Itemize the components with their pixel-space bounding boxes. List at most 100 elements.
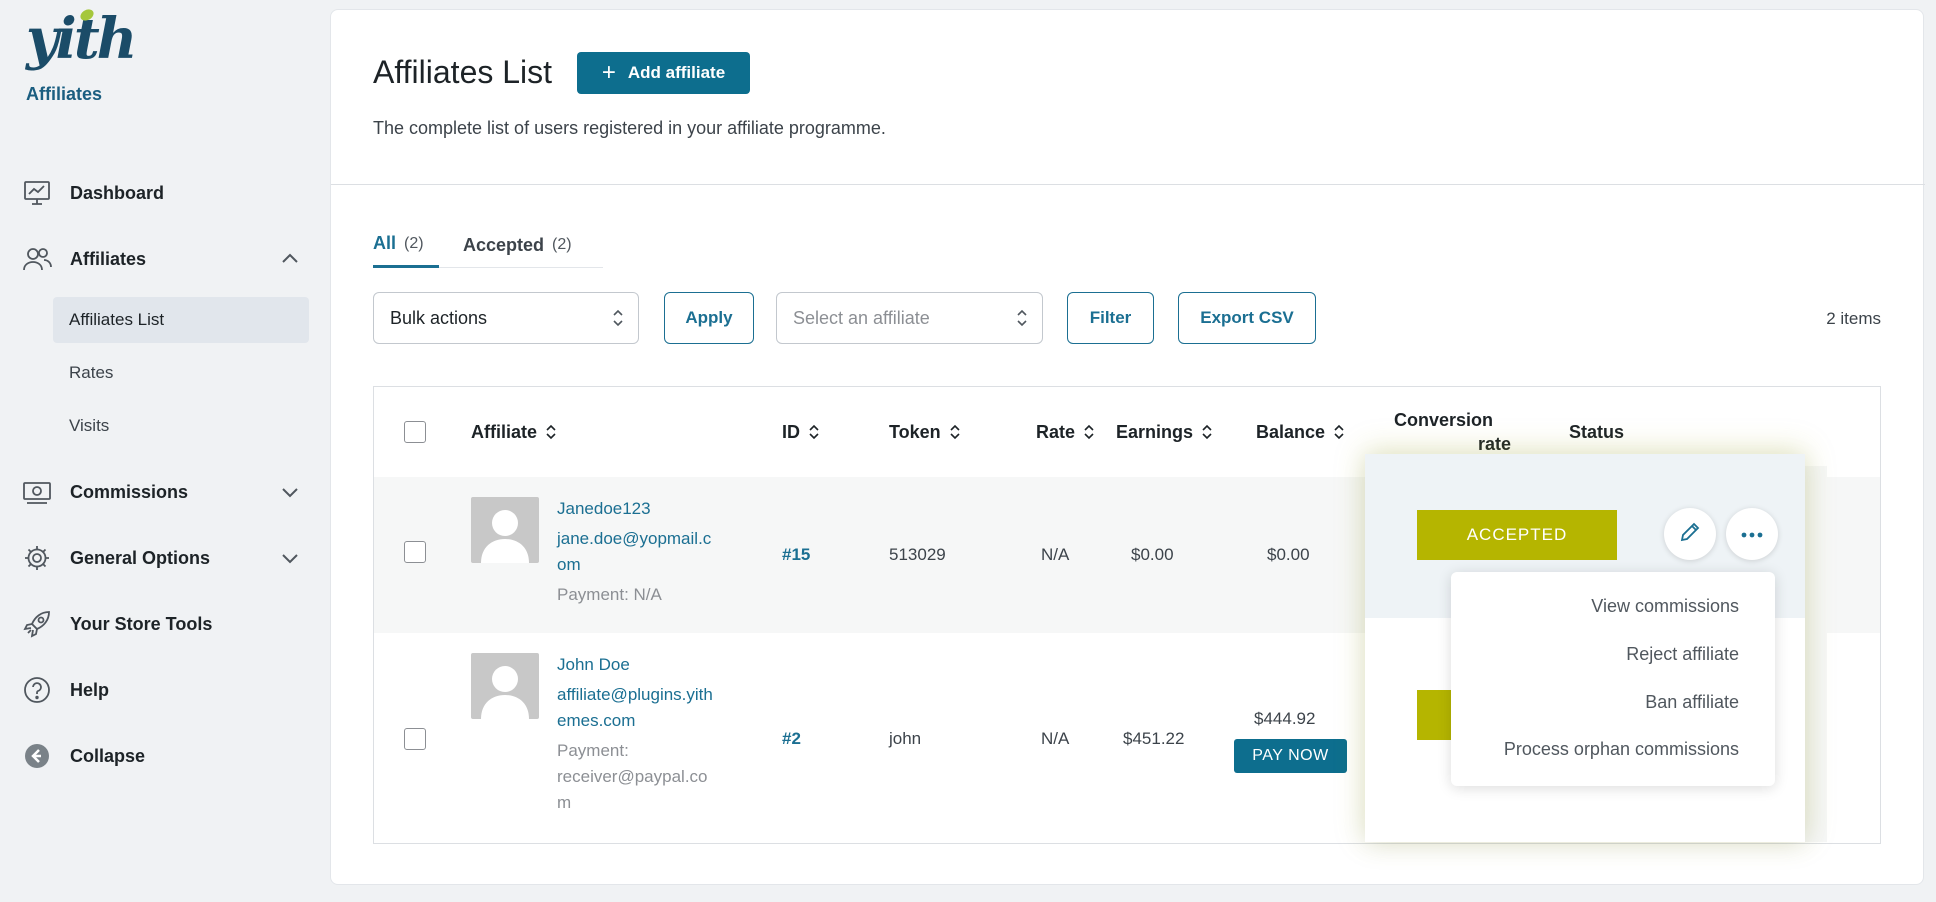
avatar	[471, 653, 539, 719]
sidebar-subitem-affiliates-list[interactable]: Affiliates List	[53, 297, 309, 343]
sidebar: yith Affiliates Dashboard Affiliates Aff…	[0, 0, 330, 902]
row-checkbox[interactable]	[404, 728, 426, 750]
export-csv-button[interactable]: Export CSV	[1178, 292, 1316, 344]
tab-all[interactable]: All (2)	[373, 222, 439, 268]
sidebar-item-dashboard[interactable]: Dashboard	[22, 173, 302, 213]
tab-accepted[interactable]: Accepted (2)	[463, 222, 572, 268]
column-balance[interactable]: Balance	[1256, 387, 1345, 477]
affiliate-select[interactable]: Select an affiliate	[776, 292, 1043, 344]
sort-icon	[1334, 424, 1344, 440]
affiliate-earnings: $451.22	[1123, 729, 1185, 748]
bulk-actions-select[interactable]: Bulk actions	[373, 292, 639, 344]
pencil-icon	[1678, 520, 1702, 549]
column-label: Token	[889, 421, 941, 442]
tab-count: (2)	[552, 236, 572, 253]
sidebar-item-label: Your Store Tools	[70, 613, 213, 634]
more-actions-button[interactable]	[1726, 508, 1778, 560]
column-token[interactable]: Token	[889, 387, 961, 477]
affiliate-payment: Payment:	[557, 741, 629, 760]
sidebar-item-label: Collapse	[70, 745, 146, 766]
chevron-down-icon[interactable]	[278, 546, 302, 570]
affiliate-email[interactable]: jane.doe@yopmail.c	[557, 529, 711, 549]
chevron-up-icon[interactable]	[278, 247, 302, 271]
sidebar-item-general-options[interactable]: General Options	[22, 538, 302, 578]
column-id[interactable]: ID	[782, 387, 820, 477]
add-affiliate-button[interactable]: + Add affiliate	[577, 52, 750, 94]
sort-icon	[809, 424, 819, 440]
column-label: Rate	[1036, 421, 1076, 442]
sidebar-subitem-visits[interactable]: Visits	[53, 403, 309, 449]
menu-item-process-orphan-commissions[interactable]: Process orphan commissions	[1504, 739, 1739, 760]
affiliate-rate: N/A	[1041, 729, 1070, 748]
add-affiliate-label: Add affiliate	[627, 63, 726, 82]
help-icon	[22, 675, 52, 705]
bulk-actions-value: Bulk actions	[390, 307, 488, 328]
affiliate-id-link[interactable]: #2	[782, 729, 801, 749]
filter-tabs: All (2) Accepted (2)	[373, 222, 603, 268]
pay-now-button[interactable]: PAY NOW	[1234, 739, 1347, 773]
affiliate-email[interactable]: affiliate@plugins.yith	[557, 685, 713, 705]
filter-button[interactable]: Filter	[1067, 292, 1154, 344]
sidebar-item-label: Dashboard	[70, 182, 165, 203]
money-icon	[22, 477, 52, 507]
page-description: The complete list of users registered in…	[373, 118, 886, 138]
affiliate-email[interactable]: emes.com	[557, 711, 635, 731]
column-label: Balance	[1256, 421, 1326, 442]
sidebar-item-collapse[interactable]: Collapse	[22, 736, 302, 776]
sidebar-item-store-tools[interactable]: Your Store Tools	[22, 604, 302, 644]
row-checkbox[interactable]	[404, 541, 426, 563]
sidebar-subitem-rates[interactable]: Rates	[53, 350, 309, 396]
gear-icon	[22, 543, 52, 573]
collapse-icon	[22, 741, 52, 771]
sidebar-item-commissions[interactable]: Commissions	[22, 472, 302, 512]
items-count: 2 items	[1826, 309, 1881, 328]
sidebar-item-help[interactable]: Help	[22, 670, 302, 710]
tab-count: (2)	[404, 234, 424, 252]
affiliate-email[interactable]: om	[557, 555, 581, 575]
affiliate-name-link[interactable]: Janedoe123	[557, 499, 651, 519]
column-label: Earnings	[1116, 421, 1194, 442]
actions-dropdown-menu: View commissions Reject affiliate Ban af…	[1451, 572, 1775, 786]
menu-item-reject-affiliate[interactable]: Reject affiliate	[1626, 644, 1739, 665]
select-arrows-icon	[612, 307, 624, 329]
column-rate[interactable]: Rate	[1036, 387, 1095, 477]
chevron-down-icon[interactable]	[278, 480, 302, 504]
rocket-icon	[22, 609, 52, 639]
affiliate-payment: Payment: N/A	[557, 585, 662, 604]
column-label: rate	[1478, 434, 1512, 454]
sort-icon	[1084, 424, 1094, 440]
more-dots-icon	[1741, 525, 1763, 543]
column-earnings[interactable]: Earnings	[1116, 387, 1213, 477]
affiliate-payment: receiver@paypal.co	[557, 767, 708, 786]
affiliate-id-link[interactable]: #15	[782, 545, 810, 565]
column-affiliate[interactable]: Affiliate	[471, 387, 557, 477]
affiliate-earnings: $0.00	[1131, 545, 1174, 564]
panel-edge	[1805, 466, 1827, 842]
select-arrows-icon	[1016, 307, 1028, 329]
column-label: Conversion	[1394, 410, 1494, 430]
menu-item-ban-affiliate[interactable]: Ban affiliate	[1645, 692, 1739, 713]
edit-button[interactable]	[1664, 508, 1716, 560]
status-badge	[1417, 690, 1451, 740]
select-all-checkbox[interactable]	[404, 421, 426, 443]
affiliate-token: 513029	[889, 545, 946, 564]
menu-item-view-commissions[interactable]: View commissions	[1591, 596, 1739, 617]
affiliate-select-placeholder: Select an affiliate	[793, 307, 930, 328]
tab-label: Accepted	[463, 234, 545, 255]
chart-icon	[22, 178, 52, 208]
sidebar-item-label: Help	[70, 679, 110, 700]
affiliate-balance: $444.92	[1254, 709, 1316, 728]
users-icon	[22, 244, 52, 274]
sort-icon	[1202, 424, 1212, 440]
sidebar-item-label: General Options	[70, 547, 211, 568]
apply-button[interactable]: Apply	[664, 292, 754, 344]
status-panel: ACCEPTED View commissions Reject affilia…	[1365, 454, 1805, 842]
sidebar-item-affiliates[interactable]: Affiliates	[22, 239, 302, 279]
column-label: ID	[782, 421, 800, 442]
column-label: Affiliate	[471, 421, 538, 442]
tab-label: All	[373, 233, 397, 253]
affiliate-name-link[interactable]: John Doe	[557, 655, 630, 675]
sort-icon	[950, 424, 960, 440]
sidebar-item-label: Affiliates	[70, 248, 147, 269]
sort-icon	[546, 424, 556, 440]
